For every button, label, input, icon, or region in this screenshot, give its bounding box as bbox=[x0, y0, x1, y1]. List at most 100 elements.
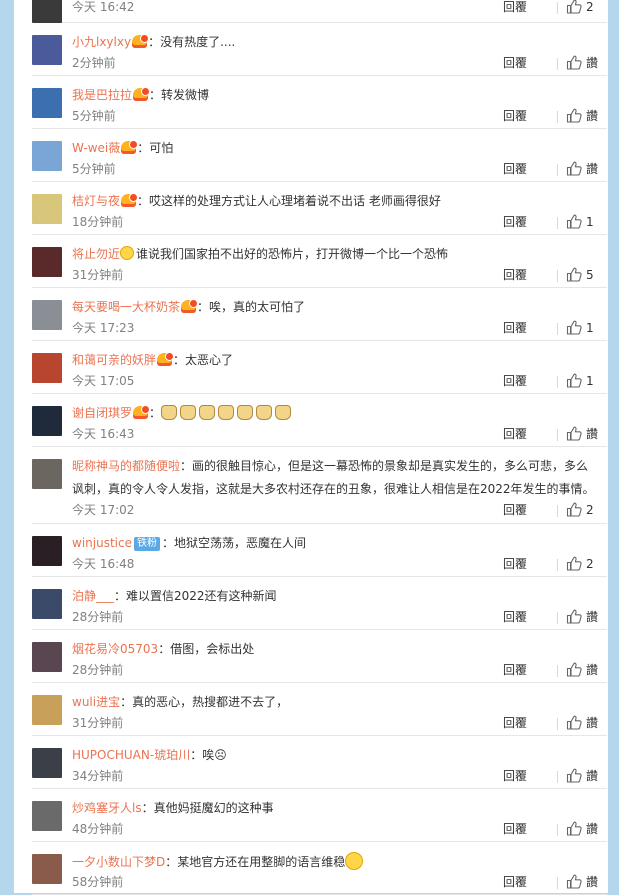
like-count: 1 bbox=[586, 374, 594, 388]
reply-button[interactable]: 回覆 bbox=[503, 873, 527, 891]
reply-button[interactable]: 回覆 bbox=[503, 266, 527, 284]
reply-button[interactable]: 回覆 bbox=[503, 608, 527, 626]
avatar[interactable] bbox=[32, 536, 62, 566]
username-link[interactable]: 小九lxylxy bbox=[72, 35, 131, 49]
like-button[interactable]: 讚 bbox=[566, 608, 598, 626]
reply-button[interactable]: 回覆 bbox=[503, 54, 527, 72]
like-button[interactable]: 讚 bbox=[566, 661, 598, 679]
username-link[interactable]: W-wei薇 bbox=[72, 141, 120, 155]
comment-item: 和蔼可亲的妖胖 ：太恶心了今天 17:05 回覆 1 bbox=[32, 341, 607, 394]
thumbs-up-icon bbox=[566, 214, 582, 229]
comment-body: 谢自闭琪罗 ： bbox=[72, 404, 600, 422]
avatar[interactable] bbox=[32, 194, 62, 224]
reply-button[interactable]: 回覆 bbox=[503, 820, 527, 838]
vip-badge-icon[interactable] bbox=[133, 405, 151, 419]
action-divider bbox=[557, 111, 558, 123]
avatar[interactable] bbox=[32, 88, 62, 118]
action-divider bbox=[557, 429, 558, 441]
comment-item: HUPOCHUAN-琥珀川：唉☹ 34分钟前 回覆 讚 bbox=[32, 736, 607, 789]
username-link[interactable]: 泊静___ bbox=[72, 589, 114, 603]
reply-button[interactable]: 回覆 bbox=[503, 372, 527, 390]
like-button[interactable]: 2 bbox=[566, 555, 594, 573]
avatar[interactable] bbox=[32, 0, 62, 23]
reply-button[interactable]: 回覆 bbox=[503, 107, 527, 125]
like-count: 讚 bbox=[586, 427, 599, 441]
reply-button[interactable]: 回覆 bbox=[503, 714, 527, 732]
avatar[interactable] bbox=[32, 353, 62, 383]
emoji-icon bbox=[120, 246, 135, 260]
vip-badge-icon[interactable] bbox=[121, 140, 139, 154]
avatar[interactable] bbox=[32, 695, 62, 725]
like-button[interactable]: 1 bbox=[566, 213, 594, 231]
reply-button[interactable]: 回覆 bbox=[503, 661, 527, 679]
username-link[interactable]: 炒鸡塞牙人ls bbox=[72, 801, 142, 815]
username-link[interactable]: 和蔼可亲的妖胖 bbox=[72, 353, 156, 367]
thumbs-up-icon bbox=[566, 108, 582, 123]
username-link[interactable]: 昵称神马的都随便啦 bbox=[72, 459, 180, 473]
avatar[interactable] bbox=[32, 247, 62, 277]
username-link[interactable]: 一夕小数山下梦D bbox=[72, 855, 165, 869]
like-button[interactable]: 2 bbox=[566, 501, 594, 519]
avatar[interactable] bbox=[32, 801, 62, 831]
reply-button[interactable]: 回覆 bbox=[503, 555, 527, 573]
username-link[interactable]: 桔灯与夜 bbox=[72, 194, 120, 208]
vip-badge-icon[interactable] bbox=[157, 352, 175, 366]
reply-button[interactable]: 回覆 bbox=[503, 501, 527, 519]
thumbs-up-icon bbox=[566, 320, 582, 335]
like-button[interactable]: 讚 bbox=[566, 873, 598, 891]
like-button[interactable]: 讚 bbox=[566, 160, 598, 178]
reply-button[interactable]: 回覆 bbox=[503, 425, 527, 443]
like-button[interactable]: 讚 bbox=[566, 54, 598, 72]
username-link[interactable]: 烟花易冷05703 bbox=[72, 642, 158, 656]
avatar[interactable] bbox=[32, 642, 62, 672]
thumbs-up-icon bbox=[566, 874, 582, 889]
username-link[interactable]: 将止勿近 bbox=[72, 247, 120, 261]
username-link[interactable]: winjustice bbox=[72, 536, 132, 550]
username-link[interactable]: 谢自闭琪罗 bbox=[72, 406, 132, 420]
comment-text: ：太恶心了 bbox=[173, 353, 234, 367]
vip-badge-icon[interactable] bbox=[181, 299, 199, 313]
avatar[interactable] bbox=[32, 459, 62, 489]
like-button[interactable]: 1 bbox=[566, 372, 594, 390]
comment-text: ：唉 bbox=[190, 748, 215, 762]
vip-badge-icon[interactable] bbox=[133, 87, 151, 101]
thumbs-up-icon bbox=[566, 426, 582, 441]
avatar[interactable] bbox=[32, 141, 62, 171]
like-button[interactable]: 讚 bbox=[566, 425, 598, 443]
comment-time: 今天 17:23 bbox=[72, 321, 135, 335]
username-link[interactable]: HUPOCHUAN-琥珀川 bbox=[72, 748, 190, 762]
username-link[interactable]: 每天要喝一大杯奶茶 bbox=[72, 300, 180, 314]
like-button[interactable]: 讚 bbox=[566, 820, 598, 838]
username-link[interactable]: wuli进宝 bbox=[72, 695, 120, 709]
cat-emoji-icon bbox=[256, 405, 273, 420]
like-button[interactable]: 讚 bbox=[566, 107, 598, 125]
avatar[interactable] bbox=[32, 300, 62, 330]
like-button[interactable]: 1 bbox=[566, 319, 594, 337]
vip-badge-icon[interactable] bbox=[121, 193, 139, 207]
comment-time: 48分钟前 bbox=[72, 822, 124, 836]
comment-time: 今天 17:05 bbox=[72, 374, 135, 388]
comment-time: 31分钟前 bbox=[72, 268, 124, 282]
reply-button[interactable]: 回覆 bbox=[503, 319, 527, 337]
username-link[interactable]: 我是巴拉拉 bbox=[72, 88, 132, 102]
avatar[interactable] bbox=[32, 854, 62, 884]
avatar[interactable] bbox=[32, 748, 62, 778]
avatar[interactable] bbox=[32, 406, 62, 436]
reply-button[interactable]: 回覆 bbox=[503, 213, 527, 231]
reply-button[interactable]: 回覆 bbox=[503, 160, 527, 178]
reply-button[interactable]: 回覆 bbox=[503, 0, 527, 16]
reply-button[interactable]: 回覆 bbox=[503, 767, 527, 785]
avatar[interactable] bbox=[32, 35, 62, 65]
like-button[interactable]: 讚 bbox=[566, 714, 598, 732]
like-count: 1 bbox=[586, 321, 594, 335]
comment-body: 桔灯与夜 ：哎这样的处理方式让人心理堵着说不出话 老师画得很好 bbox=[72, 192, 600, 210]
like-button[interactable]: 讚 bbox=[566, 767, 598, 785]
avatar[interactable] bbox=[32, 589, 62, 619]
vip-badge-icon[interactable] bbox=[132, 34, 150, 48]
like-count: 讚 bbox=[586, 162, 599, 176]
like-button[interactable]: 2 bbox=[566, 0, 594, 16]
fan-badge[interactable]: 铁粉 bbox=[133, 537, 160, 551]
action-divider bbox=[557, 612, 558, 624]
like-button[interactable]: 5 bbox=[566, 266, 594, 284]
comment-text: ：某地官方还在用整脚的语言维稳 bbox=[165, 855, 346, 869]
